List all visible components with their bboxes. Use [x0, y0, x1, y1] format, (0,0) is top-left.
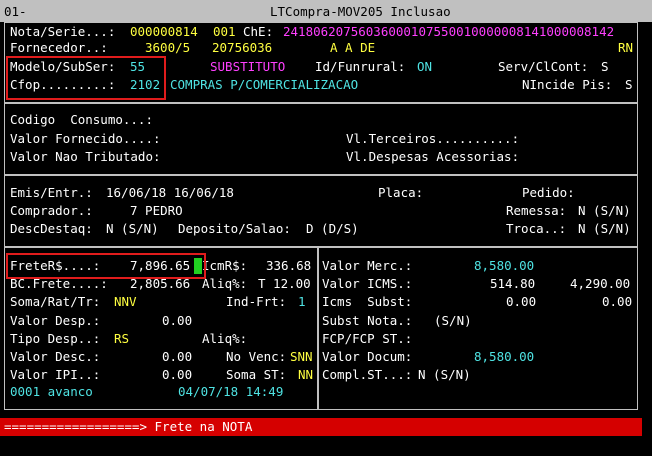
indfrt-field[interactable]: 1 — [298, 294, 306, 310]
placa-label: Placa: — [378, 185, 424, 200]
deposito-field[interactable]: D (D/S) — [306, 221, 359, 237]
somast-label: Soma ST: — [226, 367, 287, 382]
window-title: LTCompra-MOV205 Inclusao — [270, 4, 451, 19]
title-bar: 01- LTCompra-MOV205 Inclusao — [0, 0, 652, 22]
desc-label: Valor Desc.: — [10, 349, 101, 364]
docum-field[interactable]: 8,580.00 — [474, 349, 534, 365]
desp-field[interactable]: 0.00 — [162, 313, 192, 329]
servcl-label: Serv/ClCont: — [498, 59, 589, 74]
user-info: 0001 avanco — [10, 384, 93, 399]
docum-label: Valor Docum: — [322, 349, 413, 364]
substnota-label: Subst Nota.: — [322, 313, 413, 328]
desc-field[interactable]: 0.00 — [162, 349, 192, 365]
vl-terceiros-label: Vl.Terceiros..........: — [346, 131, 520, 146]
fornecedor-cnpj: 20756036 — [212, 40, 273, 55]
icms-field-1[interactable]: 514.80 — [490, 276, 535, 292]
fcp-label: FCP/FCP ST.: — [322, 331, 413, 346]
descdestaq-label: DescDestaq: — [10, 221, 93, 236]
icmr-field[interactable]: 336.68 — [266, 258, 311, 274]
soma-label: Soma/Rat/Tr: — [10, 294, 101, 309]
modelo-cfop-highlight — [6, 56, 166, 100]
ipi-label: Valor IPI..: — [10, 367, 101, 382]
bcfrete-field[interactable]: 2,805.66 — [130, 276, 190, 292]
icmssubst-label: Icms Subst: — [322, 294, 413, 309]
funrural-label: Id/Funrural: — [315, 59, 406, 74]
pedido-label: Pedido: — [522, 185, 575, 200]
comprador-label: Comprador.: — [10, 203, 93, 218]
icmssubst-field-2[interactable]: 0.00 — [602, 294, 632, 310]
fornecedor-label: Fornecedor..: — [10, 40, 108, 55]
remessa-label: Remessa: — [506, 203, 567, 218]
descdestaq-field[interactable]: N (S/N) — [106, 221, 159, 237]
cfop-desc: COMPRAS P/COMERCIALIZACAO — [170, 77, 359, 92]
chave-field[interactable]: 2418062075603600010755001000000814100000… — [283, 24, 614, 40]
nincide-field[interactable]: S — [625, 77, 633, 93]
fornecedor-code-field[interactable]: 3600/5 — [145, 40, 190, 56]
soma-field[interactable]: NNV — [114, 294, 137, 310]
icms-field-2[interactable]: 4,290.00 — [570, 276, 630, 292]
nota-label: Nota/Serie...: — [10, 24, 116, 39]
nota-field[interactable]: 000000814 — [130, 24, 198, 40]
funrural-field[interactable]: ON — [417, 59, 432, 75]
merc-field[interactable]: 8,580.00 — [474, 258, 534, 274]
tipodesp-label: Tipo Desp..: — [10, 331, 101, 346]
valor-fornecido-label: Valor Fornecido....: — [10, 131, 161, 146]
window-id: 01- — [4, 4, 27, 19]
icms-label: Valor ICMS.: — [322, 276, 413, 291]
vl-despesas-label: Vl.Despesas Acessorias: — [346, 149, 520, 164]
deposito-label: Deposito/Salao: — [178, 221, 291, 236]
icmssubst-field-1[interactable]: 0.00 — [506, 294, 536, 310]
somast-field[interactable]: NN — [298, 367, 313, 383]
serie-field[interactable]: 001 — [213, 24, 236, 40]
novenc-field[interactable]: SNN — [290, 349, 313, 365]
troca-field[interactable]: N (S/N) — [578, 221, 631, 237]
substnota-field[interactable]: (S/N) — [434, 313, 472, 329]
indfrt-label: Ind-Frt: — [226, 294, 287, 309]
ipi-field[interactable]: 0.00 — [162, 367, 192, 383]
complst-label: Compl.ST...: — [322, 367, 413, 382]
merc-label: Valor Merc.: — [322, 258, 413, 273]
desp-label: Valor Desp.: — [10, 313, 101, 328]
fornecedor-name: A A DE — [330, 40, 376, 55]
servcl-field[interactable]: S — [601, 59, 609, 75]
timestamp: 04/07/18 14:49 — [178, 384, 284, 399]
remessa-field[interactable]: N (S/N) — [578, 203, 631, 219]
bcfrete-label: BC.Frete....: — [10, 276, 108, 291]
aliq-field[interactable]: T 12.00 — [258, 276, 311, 292]
status-message: ==================> Frete na NOTA — [4, 419, 253, 434]
status-bar: ==================> Frete na NOTA — [0, 418, 642, 436]
fornecedor-uf: RN — [618, 40, 634, 55]
icmr-label: IcmR$: — [202, 258, 248, 273]
modelo-desc: SUBSTITUTO — [210, 59, 286, 74]
emis-label: Emis/Entr.: — [10, 185, 93, 200]
complst-field[interactable]: N (S/N) — [418, 367, 471, 383]
chave-label: ChE: — [243, 24, 274, 39]
tipodesp-field[interactable]: RS — [114, 331, 129, 347]
valor-nao-tributado-label: Valor Nao Tributado: — [10, 149, 161, 164]
comprador-field[interactable]: 7 PEDRO — [130, 203, 183, 219]
emis-field[interactable]: 16/06/18 16/06/18 — [106, 185, 234, 201]
aliq-label: Aliq%: — [202, 276, 248, 291]
nincide-label: NIncide Pis: — [522, 77, 613, 92]
troca-label: Troca..: — [506, 221, 567, 236]
aliq2-label: Aliq%: — [202, 331, 248, 346]
codigo-consumo-label: Codigo Consumo...: — [10, 112, 153, 127]
novenc-label: No Venc: — [226, 349, 287, 364]
